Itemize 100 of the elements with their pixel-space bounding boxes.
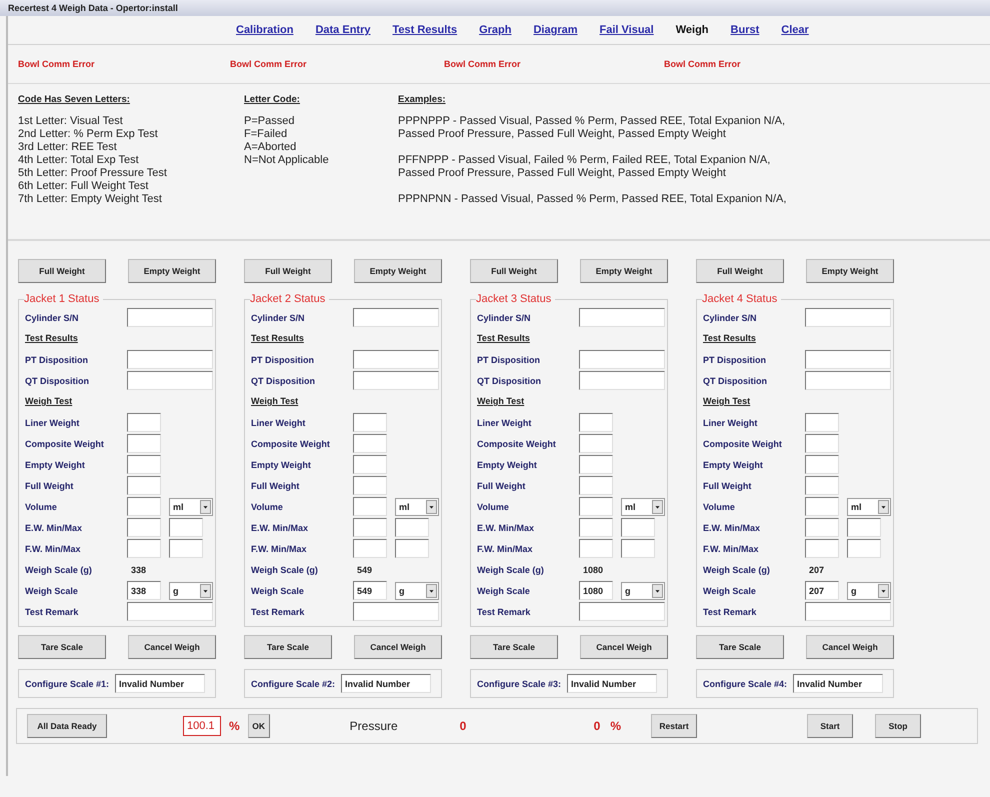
text-field[interactable] xyxy=(805,455,839,474)
text-field[interactable] xyxy=(805,413,839,432)
max-field[interactable] xyxy=(621,539,655,558)
unit-dropdown[interactable]: ml xyxy=(169,498,213,516)
min-field[interactable] xyxy=(127,539,161,558)
nav-link[interactable]: Graph xyxy=(479,24,512,36)
text-field[interactable] xyxy=(127,413,161,432)
weight-button[interactable]: Empty Weight xyxy=(806,259,894,283)
text-field[interactable] xyxy=(127,602,213,621)
scale-button[interactable]: Cancel Weigh xyxy=(128,635,216,659)
text-field[interactable]: 207 xyxy=(805,581,839,600)
text-field[interactable] xyxy=(579,413,613,432)
scale-button[interactable]: Cancel Weigh xyxy=(580,635,668,659)
weight-button[interactable]: Empty Weight xyxy=(128,259,216,283)
min-field[interactable] xyxy=(127,518,161,537)
scale-button[interactable]: Cancel Weigh xyxy=(806,635,894,659)
nav-link[interactable]: Burst xyxy=(730,24,760,36)
text-field[interactable]: 549 xyxy=(353,581,387,600)
scale-button[interactable]: Tare Scale xyxy=(470,635,558,659)
unit-dropdown[interactable]: g xyxy=(169,582,213,600)
nav-link[interactable]: Test Results xyxy=(392,24,458,36)
text-field[interactable] xyxy=(127,350,213,369)
text-field[interactable] xyxy=(127,371,213,390)
text-field[interactable] xyxy=(127,476,161,495)
text-field[interactable] xyxy=(127,308,213,327)
text-field[interactable] xyxy=(579,308,665,327)
text-field[interactable] xyxy=(579,455,613,474)
text-field[interactable] xyxy=(805,602,891,621)
scale-button[interactable]: Tare Scale xyxy=(244,635,332,659)
weight-button[interactable]: Full Weight xyxy=(244,259,332,283)
min-field[interactable] xyxy=(805,539,839,558)
text-field[interactable] xyxy=(127,497,161,516)
max-field[interactable] xyxy=(621,518,655,537)
configure-field[interactable]: Invalid Number xyxy=(567,674,658,693)
text-field[interactable] xyxy=(353,350,439,369)
max-field[interactable] xyxy=(395,518,429,537)
text-field[interactable] xyxy=(353,602,439,621)
max-field[interactable] xyxy=(169,539,203,558)
ready-button[interactable]: All Data Ready xyxy=(27,714,107,738)
scale-button[interactable]: Tare Scale xyxy=(696,635,784,659)
text-field[interactable] xyxy=(805,350,891,369)
max-field[interactable] xyxy=(395,539,429,558)
text-field[interactable] xyxy=(353,434,387,453)
text-field[interactable] xyxy=(127,434,161,453)
nav-link[interactable]: Calibration xyxy=(236,24,294,36)
nav-link[interactable]: Clear xyxy=(781,24,809,36)
stop-button[interactable]: Stop xyxy=(875,714,922,738)
min-field[interactable] xyxy=(353,518,387,537)
max-field[interactable] xyxy=(169,518,203,537)
configure-field[interactable]: Invalid Number xyxy=(341,674,432,693)
configure-field[interactable]: Invalid Number xyxy=(793,674,884,693)
ok-button[interactable]: OK xyxy=(248,714,270,738)
restart-button[interactable]: Restart xyxy=(651,714,698,738)
text-field[interactable] xyxy=(579,602,665,621)
configure-field[interactable]: Invalid Number xyxy=(115,674,206,693)
scale-button[interactable]: Cancel Weigh xyxy=(354,635,442,659)
nav-link[interactable]: Data Entry xyxy=(315,24,370,36)
field-label: Composite Weight xyxy=(477,438,557,448)
text-field[interactable] xyxy=(579,497,613,516)
text-field[interactable] xyxy=(353,497,387,516)
text-field[interactable] xyxy=(805,476,839,495)
start-button[interactable]: Start xyxy=(807,714,854,738)
nav-link[interactable]: Fail Visual xyxy=(600,24,654,36)
text-field[interactable]: 338 xyxy=(127,581,161,600)
text-field[interactable] xyxy=(579,476,613,495)
text-field[interactable] xyxy=(353,413,387,432)
text-field[interactable] xyxy=(579,371,665,390)
weight-button[interactable]: Full Weight xyxy=(18,259,106,283)
text-field[interactable]: 1080 xyxy=(579,581,613,600)
text-field[interactable] xyxy=(353,308,439,327)
min-field[interactable] xyxy=(579,518,613,537)
text-field[interactable] xyxy=(353,371,439,390)
unit-dropdown[interactable]: g xyxy=(847,582,891,600)
text-field[interactable] xyxy=(353,455,387,474)
nav-link[interactable]: Diagram xyxy=(533,24,578,36)
text-field[interactable] xyxy=(805,308,891,327)
text-field[interactable] xyxy=(579,350,665,369)
text-field[interactable] xyxy=(805,497,839,516)
unit-dropdown[interactable]: g xyxy=(621,582,665,600)
max-field[interactable] xyxy=(847,539,881,558)
text-field[interactable] xyxy=(805,371,891,390)
min-field[interactable] xyxy=(579,539,613,558)
text-field[interactable] xyxy=(805,434,839,453)
weight-button[interactable]: Full Weight xyxy=(696,259,784,283)
text-field[interactable] xyxy=(127,455,161,474)
scale-button[interactable]: Tare Scale xyxy=(18,635,106,659)
text-field[interactable] xyxy=(579,434,613,453)
percent-field[interactable]: 100.1 xyxy=(183,716,221,736)
unit-dropdown[interactable]: g xyxy=(395,582,439,600)
weight-button[interactable]: Full Weight xyxy=(470,259,558,283)
min-field[interactable] xyxy=(805,518,839,537)
unit-dropdown[interactable]: ml xyxy=(395,498,439,516)
unit-dropdown[interactable]: ml xyxy=(621,498,665,516)
text-field[interactable] xyxy=(353,476,387,495)
weight-button[interactable]: Empty Weight xyxy=(354,259,442,283)
min-field[interactable] xyxy=(353,539,387,558)
unit-dropdown[interactable]: ml xyxy=(847,498,891,516)
nav-link[interactable]: Weigh xyxy=(676,24,709,36)
weight-button[interactable]: Empty Weight xyxy=(580,259,668,283)
max-field[interactable] xyxy=(847,518,881,537)
